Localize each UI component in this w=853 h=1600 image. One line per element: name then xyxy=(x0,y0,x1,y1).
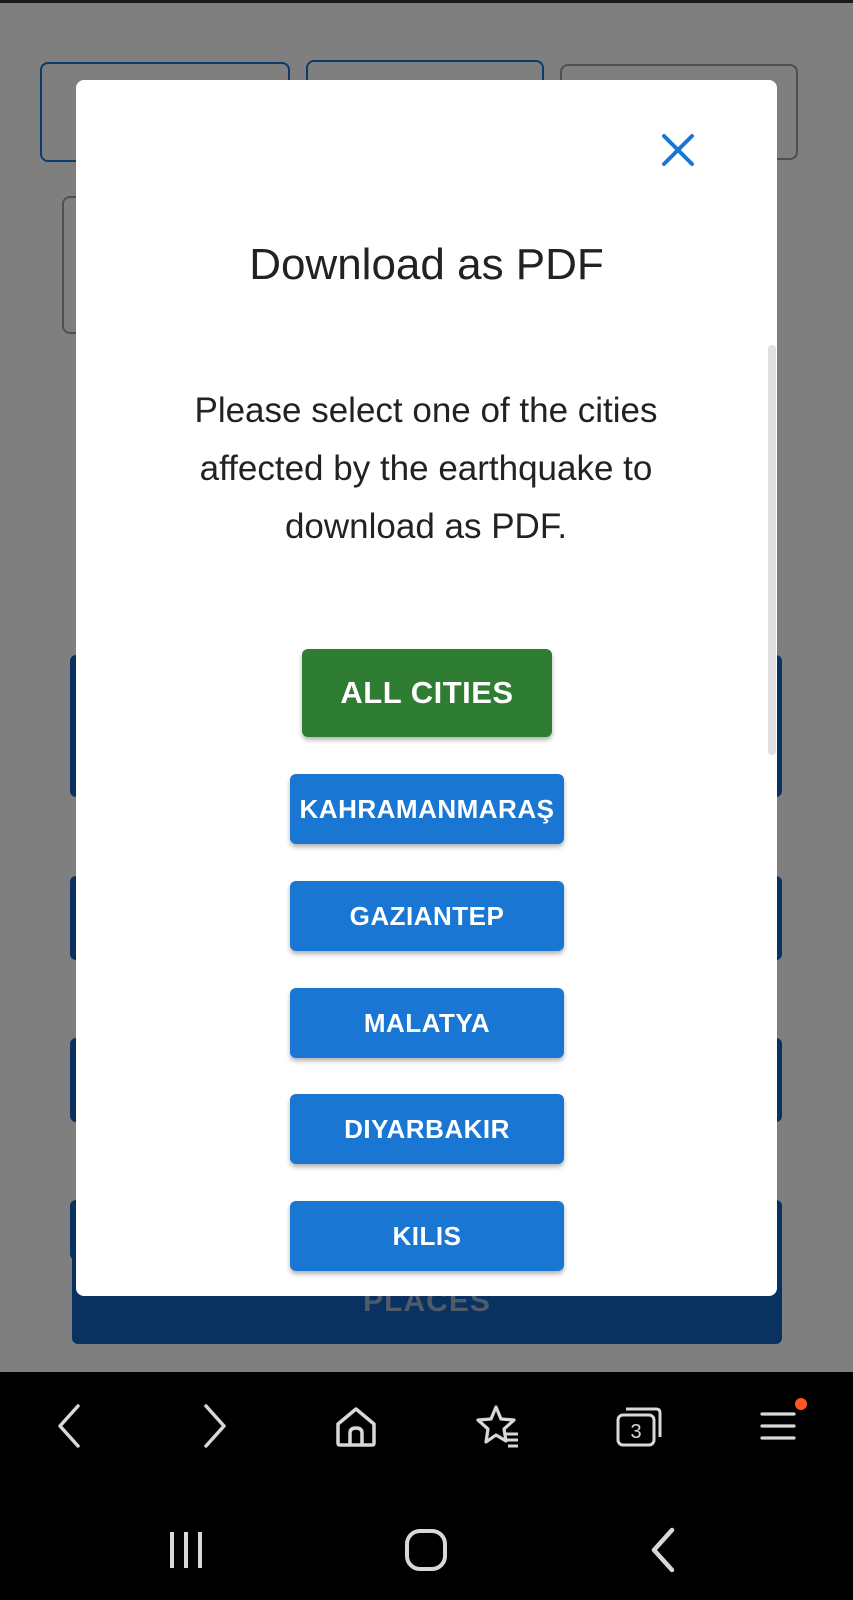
city-button-diyarbakir[interactable]: DIYARBAKIR xyxy=(290,1094,564,1164)
menu-button[interactable] xyxy=(750,1394,814,1458)
menu-icon xyxy=(760,1398,807,1440)
notification-dot xyxy=(795,1398,807,1410)
tabs-button[interactable]: 3 xyxy=(608,1394,672,1458)
home-icon xyxy=(336,1407,376,1447)
bookmarks-icon xyxy=(476,1405,518,1448)
city-button-malatya[interactable]: MALATYA xyxy=(290,988,564,1058)
back-nav-button[interactable] xyxy=(632,1518,696,1582)
bookmarks-button[interactable] xyxy=(466,1394,530,1458)
all-cities-button[interactable]: ALL CITIES xyxy=(302,649,552,737)
home-button[interactable] xyxy=(324,1394,388,1458)
close-button[interactable] xyxy=(652,124,704,176)
tabs-icon: 3 xyxy=(616,1407,662,1447)
modal-scrollbar[interactable] xyxy=(768,345,776,755)
city-button-kahramanmaras[interactable]: KAHRAMANMARAŞ xyxy=(290,774,564,844)
forward-button[interactable] xyxy=(182,1394,246,1458)
recent-apps-icon xyxy=(170,1532,202,1568)
download-pdf-modal: Download as PDF Please select one of the… xyxy=(76,80,777,1296)
back-nav-icon xyxy=(651,1527,675,1573)
tab-count: 3 xyxy=(630,1421,641,1443)
city-button-gaziantep[interactable]: GAZIANTEP xyxy=(290,881,564,951)
modal-description: Please select one of the cities affected… xyxy=(194,391,658,546)
close-icon xyxy=(662,134,694,166)
modal-title: Download as PDF xyxy=(249,240,604,289)
back-icon xyxy=(58,1404,80,1448)
back-button[interactable] xyxy=(38,1394,102,1458)
home-nav-button[interactable] xyxy=(394,1518,458,1582)
system-navigation-bar xyxy=(0,1496,853,1600)
city-button-kilis[interactable]: KILIS xyxy=(290,1201,564,1271)
recent-apps-button[interactable] xyxy=(154,1518,218,1582)
browser-toolbar: 3 xyxy=(0,1372,853,1496)
home-button-icon xyxy=(405,1529,447,1571)
forward-icon xyxy=(204,1404,226,1448)
